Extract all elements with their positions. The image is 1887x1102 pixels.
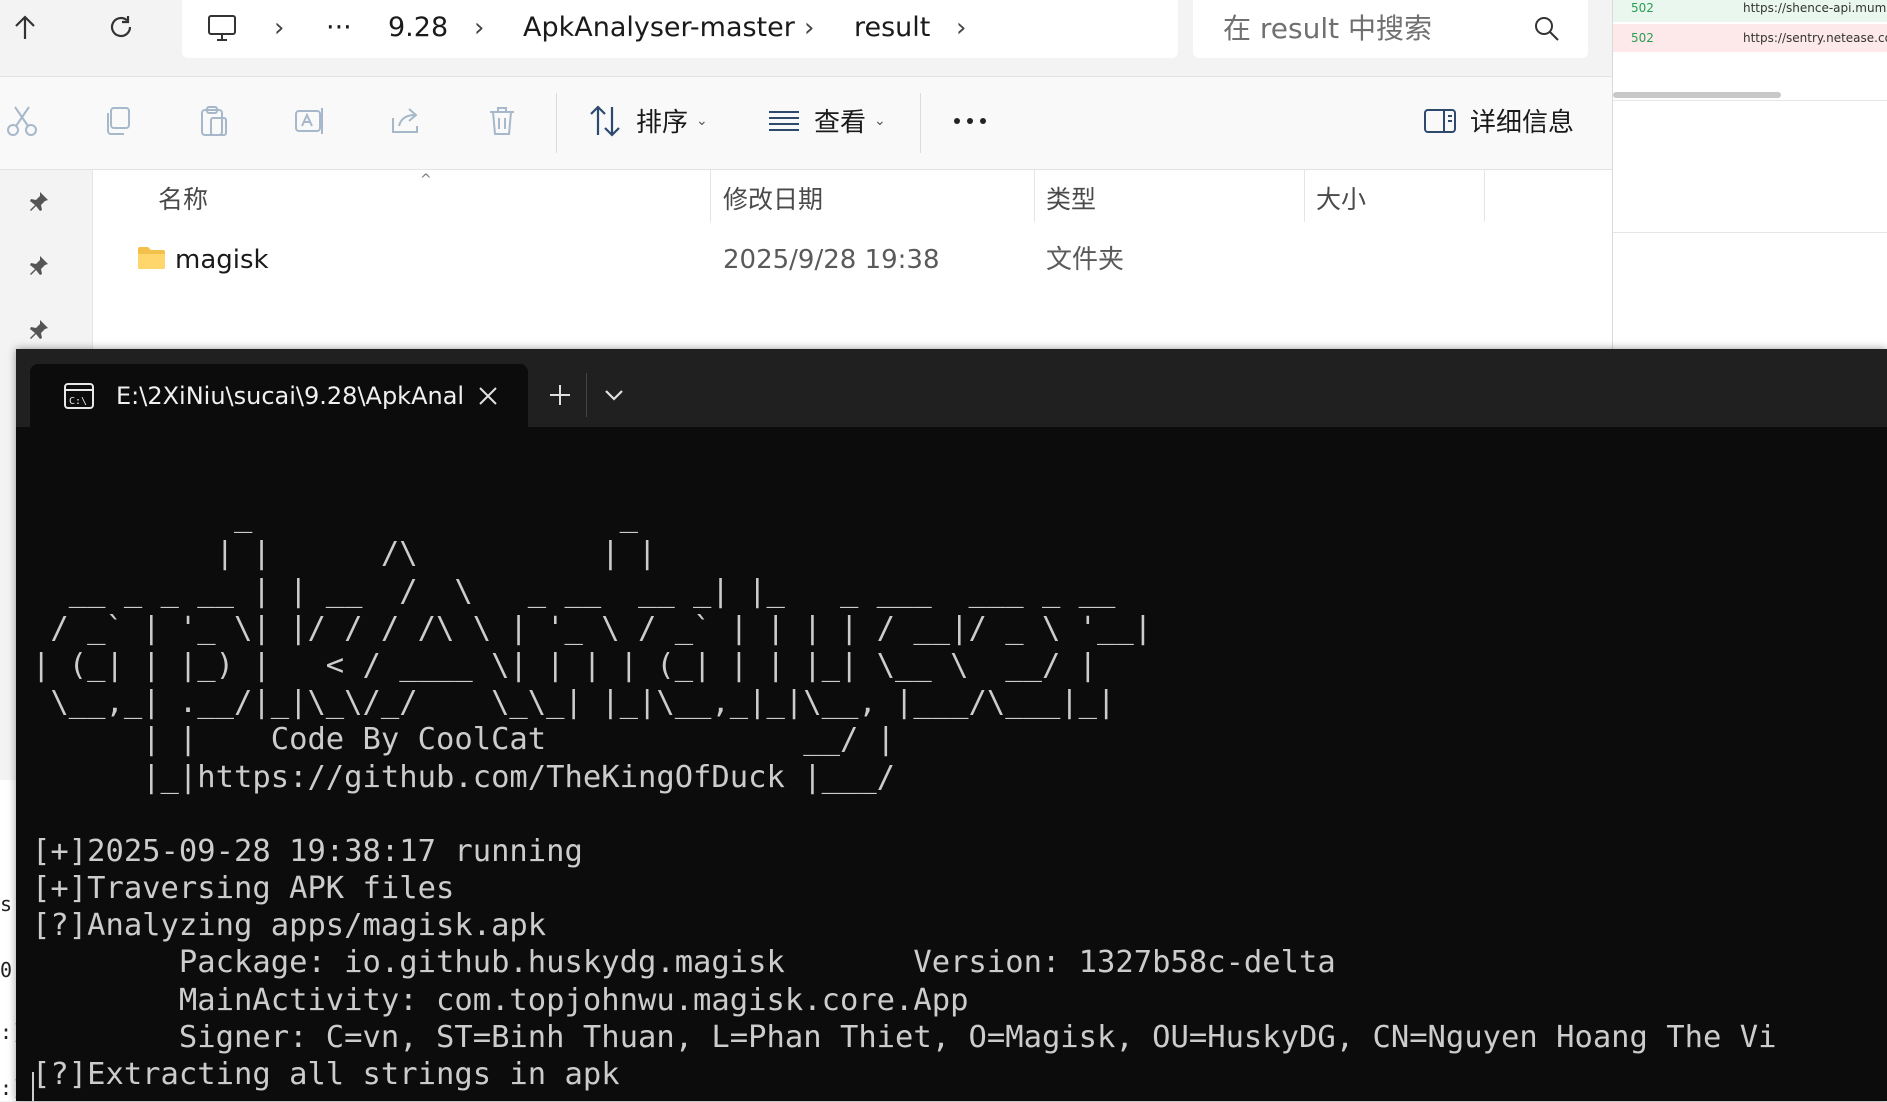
breadcrumb-item-9-28[interactable]: 9.28 (388, 8, 448, 48)
search-box[interactable]: 在 result 中搜索 (1193, 0, 1588, 58)
request-url: https://shence-api.mum (1743, 1, 1887, 15)
console-line: [+]Traversing APK files (32, 871, 455, 907)
console-line: [+]2025-09-28 19:38:17 running (32, 833, 583, 869)
rename-button[interactable] (288, 99, 332, 143)
terminal-window[interactable]: C:\ E:\2XiNiu\sucai\9.28\ApkAnalyser-mas… (16, 349, 1887, 1102)
sort-button[interactable] (584, 99, 628, 143)
console-line: [?]Extracting all strings in apk (32, 1057, 620, 1092)
details-label[interactable]: 详细信息 (1470, 101, 1574, 145)
copy-icon (107, 107, 130, 135)
chevron-right-icon[interactable]: › (956, 8, 966, 48)
list-item[interactable]: 502 https://sentry.netease.co (1613, 24, 1887, 52)
ascii-banner-line: | (_| | |_) | < / ____ \| | | | (_| | | … (32, 647, 1098, 683)
chevron-right-icon[interactable]: › (474, 8, 484, 48)
ascii-banner-line: _ _ (32, 499, 638, 535)
command-bar: 排序 ⌄ 查看 ⌄ 详细信息 (0, 77, 1612, 170)
refresh-icon (110, 16, 132, 38)
svg-text:C:\: C:\ (69, 396, 87, 407)
ascii-banner-line: __ _ _ __ | | __ / \ _ __ __ _| |_ _ ___… (32, 573, 1116, 609)
chevron-right-icon[interactable]: › (274, 8, 284, 48)
delete-button[interactable] (480, 99, 524, 143)
column-header-size[interactable]: 大小 (1316, 180, 1366, 220)
view-list-icon (769, 111, 799, 131)
file-name[interactable]: magisk (175, 240, 269, 280)
details-pane-icon (1424, 109, 1456, 133)
console-line: Signer: C=vn, ST=Binh Thuan, L=Phan Thie… (32, 1019, 1777, 1055)
chevron-down-icon[interactable]: ⌄ (696, 113, 708, 129)
text-cursor (32, 1072, 34, 1102)
console-output: _ _ | | /\ | | __ _ _ __ | | __ / \ _ __… (32, 461, 1882, 1101)
sort-ascending-icon: ^ (420, 172, 432, 188)
more-options-button[interactable] (948, 99, 992, 143)
list-item[interactable]: 502 https://shence-api.mum (1613, 0, 1887, 22)
ascii-banner-line: |_|https://github.com/TheKingOfDuck |___… (32, 759, 896, 795)
address-bar: › ··· 9.28 › ApkAnalyser-master › result… (0, 0, 1612, 77)
sort-label[interactable]: 排序 (636, 101, 688, 145)
ascii-banner-line: \__,_| .__/|_|\_\/_/ \_\_| |_|\__,_|_|\_… (32, 685, 1116, 721)
close-icon[interactable] (474, 382, 502, 410)
tab-bar: C:\ E:\2XiNiu\sucai\9.28\ApkAnalyser-mas… (16, 349, 1887, 427)
up-button[interactable] (0, 6, 50, 50)
console-line: [?]Analyzing apps/magisk.apk (32, 908, 547, 944)
pin-icon[interactable] (28, 190, 50, 212)
column-header-type[interactable]: 类型 (1046, 180, 1096, 220)
share-button[interactable] (384, 99, 428, 143)
view-label[interactable]: 查看 (814, 101, 866, 145)
share-icon (392, 108, 418, 133)
arrow-up-icon (15, 15, 35, 39)
ascii-banner-line: / _` | '_ \| |/ / / /\ \ | '_ \ / _` | |… (32, 610, 1153, 646)
breadcrumb-item-result[interactable]: result (854, 8, 930, 48)
column-header-name[interactable]: 名称 (158, 180, 208, 220)
rename-icon (295, 108, 323, 134)
ascii-banner-line: | | Code By CoolCat __/ | (32, 722, 896, 758)
cut-icon (7, 106, 37, 136)
breadcrumb[interactable]: › ··· 9.28 › ApkAnalyser-master › result… (182, 0, 1178, 58)
console-line: MainActivity: com.topjohnwu.magisk.core.… (32, 982, 969, 1018)
chevron-right-icon[interactable]: › (804, 8, 814, 48)
ascii-banner-line (32, 461, 1882, 498)
chevron-down-icon[interactable] (600, 383, 628, 407)
status-code: 502 (1631, 31, 1654, 45)
pin-icon[interactable] (28, 318, 50, 340)
sort-icon (590, 105, 620, 137)
file-modified: 2025/9/28 19:38 (723, 245, 940, 275)
background-window-edge: s 0:) :) :) (0, 780, 36, 1101)
more-icon (954, 118, 986, 124)
paste-icon (201, 106, 227, 136)
file-list: ^ 名称 修改日期 类型 大小 magisk 2025/9/28 19:38 文… (0, 170, 1612, 360)
details-pane-button[interactable] (1418, 99, 1462, 143)
copy-button[interactable] (96, 99, 140, 143)
text-fragment: s (0, 892, 13, 916)
column-header-modified[interactable]: 修改日期 (723, 180, 823, 220)
request-url: https://sentry.netease.co (1743, 31, 1887, 45)
horizontal-scrollbar[interactable] (1613, 92, 1781, 98)
tab-cmd[interactable]: C:\ E:\2XiNiu\sucai\9.28\ApkAnalyser-mas… (30, 364, 528, 427)
console-line: Package: io.github.huskydg.magisk Versio… (32, 945, 1336, 981)
network-panel: 502 https://shence-api.mum 502 https://s… (1613, 0, 1887, 360)
breadcrumb-item-apkanalyser[interactable]: ApkAnalyser-master (523, 8, 795, 48)
tab-title[interactable]: E:\2XiNiu\sucai\9.28\ApkAnalyser-master (116, 376, 462, 416)
pin-icon[interactable] (28, 254, 50, 276)
status-code: 502 (1631, 1, 1654, 15)
paste-button[interactable] (192, 99, 236, 143)
cut-button[interactable] (0, 99, 44, 143)
trash-icon (490, 107, 514, 135)
folder-icon (138, 247, 165, 269)
search-input[interactable]: 在 result 中搜索 (1223, 9, 1432, 49)
new-tab-icon[interactable] (544, 379, 576, 411)
navigation-pane (0, 170, 93, 360)
chevron-down-icon[interactable]: ⌄ (874, 113, 886, 129)
refresh-button[interactable] (96, 6, 146, 50)
view-button[interactable] (762, 99, 806, 143)
breadcrumb-overflow[interactable]: ··· (326, 8, 352, 48)
file-type: 文件夹 (1046, 245, 1125, 275)
computer-icon[interactable] (206, 12, 238, 44)
search-icon[interactable] (1532, 14, 1562, 44)
ascii-banner-line: | | /\ | | (32, 536, 657, 572)
file-explorer-window: › ··· 9.28 › ApkAnalyser-master › result… (0, 0, 1613, 360)
command-prompt-icon: C:\ (64, 383, 94, 409)
